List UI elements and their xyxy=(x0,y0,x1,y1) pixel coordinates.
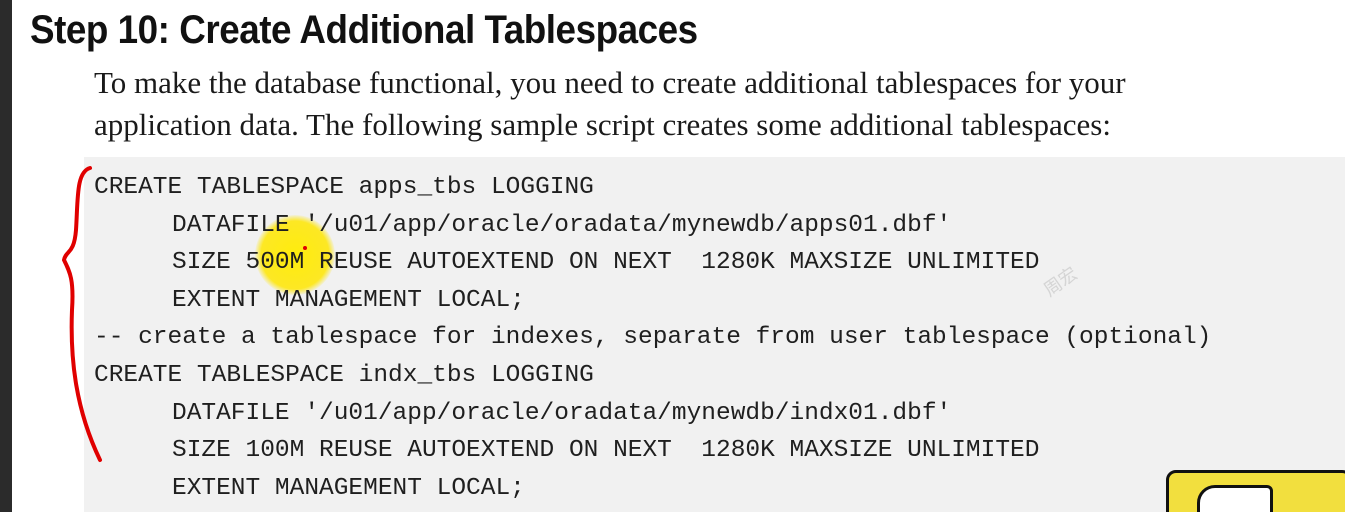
intro-paragraph: To make the database functional, you nee… xyxy=(94,62,1126,146)
intro-line-2: application data. The following sample s… xyxy=(94,107,1111,142)
corner-clipart xyxy=(1166,470,1345,512)
cursor-pointer xyxy=(303,246,307,250)
code-block: CREATE TABLESPACE apps_tbs LOGGING DATAFI… xyxy=(94,169,1211,507)
slide: Step 10: Create Additional Tablespaces T… xyxy=(12,0,1345,512)
code-comment-line: -- create a tablespace for indexes, sepa… xyxy=(94,324,1212,352)
code-line: DATAFILE '/u01/app/oracle/oradata/mynewd… xyxy=(172,211,952,239)
code-line: CREATE TABLESPACE indx_tbs LOGGING xyxy=(94,361,594,389)
code-line: CREATE TABLESPACE apps_tbs LOGGING xyxy=(94,174,594,201)
code-line: DATAFILE '/u01/app/oracle/oradata/mynewd… xyxy=(172,399,952,427)
page-title: Step 10: Create Additional Tablespaces xyxy=(30,8,698,52)
intro-line-1: To make the database functional, you nee… xyxy=(94,65,1126,100)
code-line: SIZE 100M REUSE AUTOEXTEND ON NEXT 1280K… xyxy=(172,437,1040,465)
code-line: EXTENT MANAGEMENT LOCAL; xyxy=(172,474,525,502)
red-bracket-annotation xyxy=(62,166,102,462)
clipart-shape xyxy=(1197,485,1273,512)
